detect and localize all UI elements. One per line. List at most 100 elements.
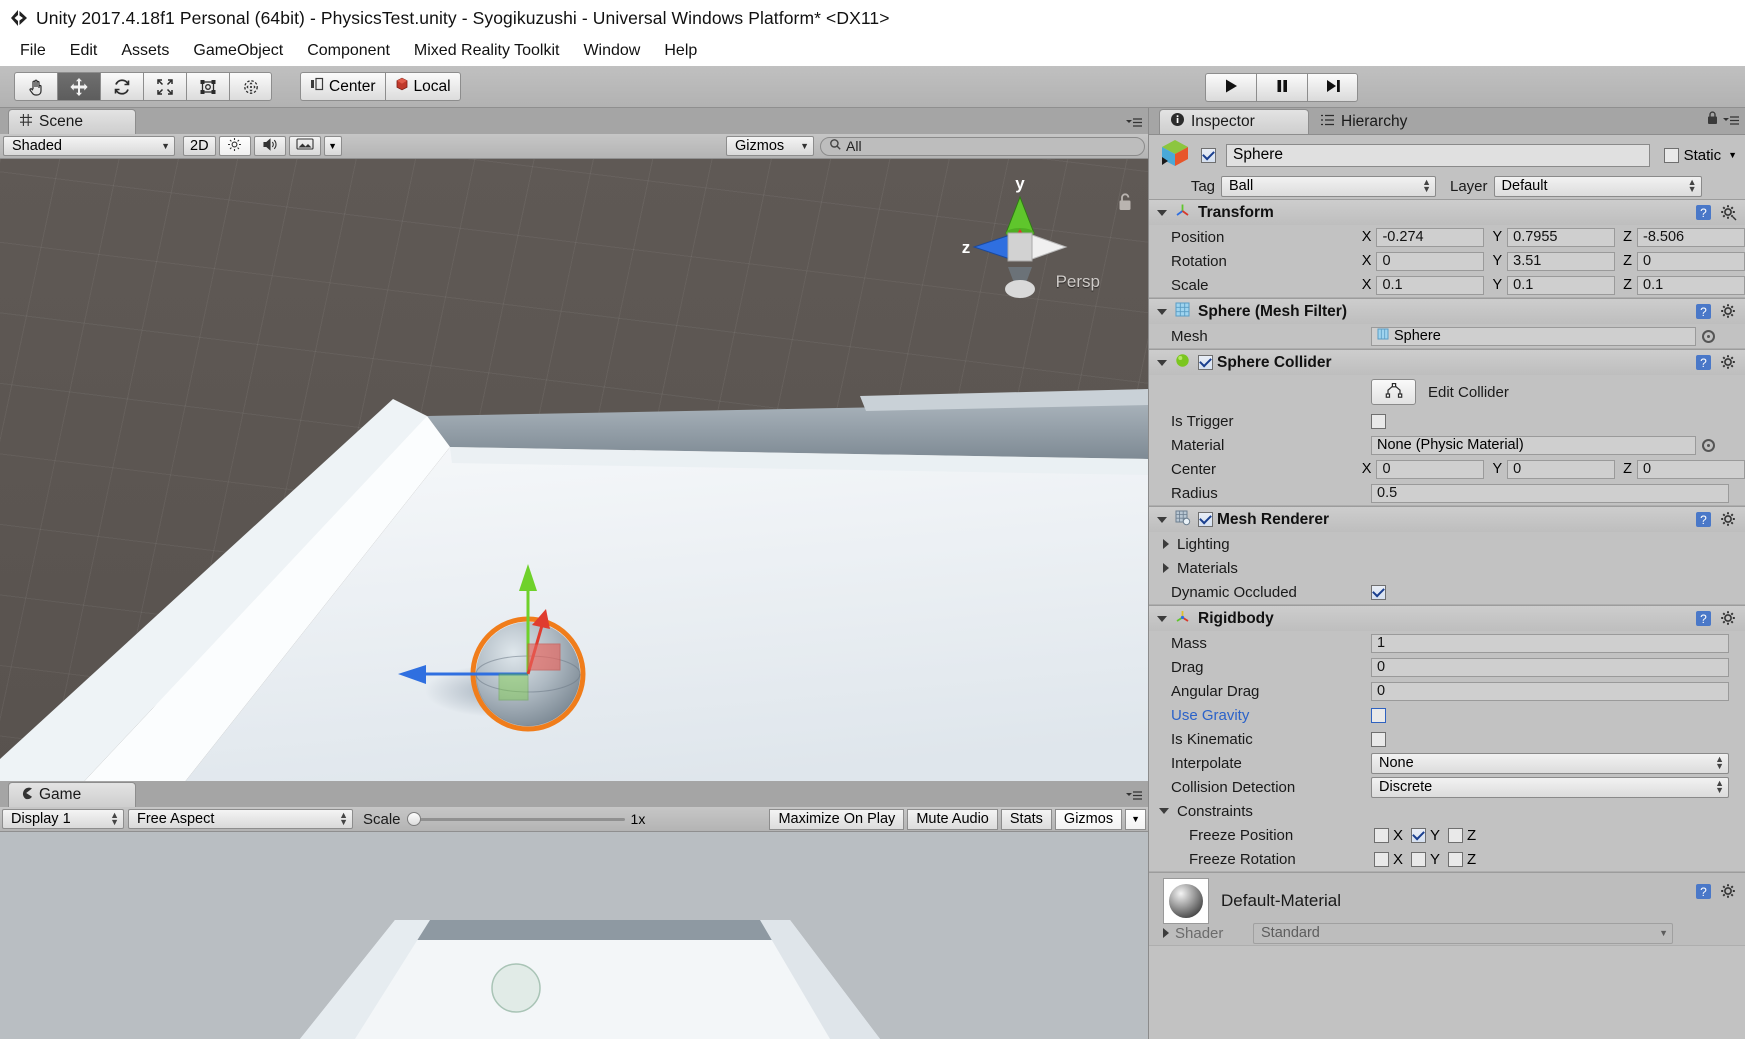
step-button[interactable]	[1307, 73, 1358, 102]
angular-drag-input[interactable]: 0	[1371, 682, 1729, 701]
pivot-rotation-button[interactable]: Local	[385, 72, 461, 101]
menu-edit[interactable]: Edit	[58, 40, 110, 62]
foldout-triangle-icon[interactable]	[1163, 539, 1169, 549]
mesh-filter-header[interactable]: Sphere (Mesh Filter) ?	[1149, 299, 1745, 324]
menu-assets[interactable]: Assets	[109, 40, 181, 62]
mute-audio-button[interactable]: Mute Audio	[907, 809, 998, 830]
scale-slider-track[interactable]	[407, 818, 625, 821]
hand-tool-button[interactable]	[14, 72, 57, 101]
gear-icon[interactable]	[1720, 204, 1737, 221]
center-y-input[interactable]: 0	[1507, 460, 1615, 479]
help-icon[interactable]: ?	[1695, 204, 1712, 221]
tab-hierarchy[interactable]: Hierarchy	[1309, 109, 1459, 134]
foldout-triangle-icon[interactable]	[1163, 563, 1169, 573]
scene-effects-caret[interactable]: ▼	[324, 136, 342, 156]
static-toggle[interactable]: Static ▼	[1664, 147, 1737, 164]
foldout-triangle-icon[interactable]	[1157, 616, 1167, 622]
game-viewport[interactable]	[0, 832, 1148, 1039]
drag-input[interactable]: 0	[1371, 658, 1729, 677]
material-header[interactable]: Default-Material ?	[1149, 873, 1745, 921]
layer-dropdown[interactable]: Default ▲▼	[1494, 176, 1702, 197]
gear-icon[interactable]	[1720, 303, 1737, 320]
foldout-triangle-icon[interactable]	[1157, 360, 1167, 366]
game-aspect-dropdown[interactable]: Free Aspect ▲▼	[128, 809, 353, 829]
game-display-dropdown[interactable]: Display 1 ▲▼	[2, 809, 124, 829]
position-z-input[interactable]: -8.506	[1637, 228, 1745, 247]
mesh-renderer-enabled-checkbox[interactable]	[1198, 512, 1213, 527]
freeze-position-x-checkbox[interactable]	[1374, 828, 1389, 843]
transform-header[interactable]: Transform ?	[1149, 200, 1745, 225]
mesh-picker-button[interactable]	[1702, 330, 1715, 343]
mesh-renderer-header[interactable]: Mesh Renderer ?	[1149, 507, 1745, 532]
is-trigger-checkbox[interactable]	[1371, 414, 1386, 429]
sphere-collider-enabled-checkbox[interactable]	[1198, 355, 1213, 370]
center-x-input[interactable]: 0	[1376, 460, 1484, 479]
scene-gizmos-dropdown[interactable]: Gizmos ▼	[726, 136, 814, 156]
stats-button[interactable]: Stats	[1001, 809, 1052, 830]
menu-mixed-reality-toolkit[interactable]: Mixed Reality Toolkit	[402, 40, 572, 62]
foldout-triangle-icon[interactable]	[1163, 928, 1169, 938]
scene-viewport[interactable]: y z y z Persp	[0, 159, 1148, 807]
rotate-tool-button[interactable]	[100, 72, 143, 101]
collider-radius-input[interactable]: 0.5	[1371, 484, 1729, 503]
chevron-down-icon[interactable]: ▼	[1728, 150, 1737, 160]
tab-game[interactable]: Game	[8, 782, 136, 807]
tab-inspector[interactable]: Inspector	[1159, 109, 1309, 134]
collider-material-picker-button[interactable]	[1702, 439, 1715, 452]
scene-view-gizmo[interactable]: y z	[940, 167, 1100, 327]
gameobject-name-input[interactable]: Sphere	[1226, 144, 1650, 167]
combined-transform-tool-button[interactable]	[229, 72, 272, 101]
position-y-input[interactable]: 0.7955	[1507, 228, 1615, 247]
use-gravity-checkbox[interactable]	[1371, 708, 1386, 723]
help-icon[interactable]: ?	[1695, 610, 1712, 627]
scene-search-input[interactable]: All	[820, 137, 1145, 156]
foldout-triangle-icon[interactable]	[1157, 210, 1167, 216]
shader-dropdown[interactable]: Standard ▼	[1253, 923, 1673, 944]
game-panel-menu-button[interactable]	[1124, 788, 1144, 804]
help-icon[interactable]: ?	[1695, 303, 1712, 320]
gear-icon[interactable]	[1720, 883, 1737, 900]
freeze-rotation-y-checkbox[interactable]	[1411, 852, 1426, 867]
pivot-mode-button[interactable]: Center	[300, 72, 385, 101]
lighting-foldout-row[interactable]: Lighting	[1149, 532, 1745, 556]
scene-2d-toggle[interactable]: 2D	[183, 136, 216, 156]
menu-gameobject[interactable]: GameObject	[181, 40, 295, 62]
tag-dropdown[interactable]: Ball ▲▼	[1221, 176, 1436, 197]
game-gizmos-caret[interactable]: ▼	[1125, 809, 1146, 830]
menu-component[interactable]: Component	[295, 40, 402, 62]
scale-slider-knob[interactable]	[407, 812, 421, 826]
foldout-triangle-icon[interactable]	[1157, 309, 1167, 315]
static-checkbox[interactable]	[1664, 148, 1679, 163]
edit-collider-button[interactable]	[1371, 379, 1416, 405]
dynamic-occluded-checkbox[interactable]	[1371, 585, 1386, 600]
is-kinematic-checkbox[interactable]	[1371, 732, 1386, 747]
mesh-object-field[interactable]: Sphere	[1371, 327, 1696, 346]
menu-help[interactable]: Help	[652, 40, 709, 62]
help-icon[interactable]: ?	[1695, 511, 1712, 528]
rotation-x-input[interactable]: 0	[1376, 252, 1484, 271]
position-x-input[interactable]: -0.274	[1376, 228, 1484, 247]
scale-x-input[interactable]: 0.1	[1376, 276, 1484, 295]
center-z-input[interactable]: 0	[1637, 460, 1745, 479]
pause-button[interactable]	[1256, 73, 1307, 102]
gear-icon[interactable]	[1720, 354, 1737, 371]
collider-material-field[interactable]: None (Physic Material)	[1371, 436, 1696, 455]
tab-scene[interactable]: Scene	[8, 109, 136, 134]
materials-foldout-row[interactable]: Materials	[1149, 556, 1745, 580]
freeze-rotation-x-checkbox[interactable]	[1374, 852, 1389, 867]
play-button[interactable]	[1205, 73, 1256, 102]
menu-file[interactable]: File	[8, 40, 58, 62]
foldout-triangle-icon[interactable]	[1157, 517, 1167, 523]
freeze-rotation-z-checkbox[interactable]	[1448, 852, 1463, 867]
gear-icon[interactable]	[1720, 610, 1737, 627]
scene-panel-menu-button[interactable]	[1124, 115, 1144, 131]
freeze-position-z-checkbox[interactable]	[1448, 828, 1463, 843]
game-scale-slider[interactable]: Scale 1x	[363, 811, 645, 828]
rotation-z-input[interactable]: 0	[1637, 252, 1745, 271]
game-gizmos-button[interactable]: Gizmos	[1055, 809, 1122, 830]
help-icon[interactable]: ?	[1695, 354, 1712, 371]
move-tool-button[interactable]	[57, 72, 100, 101]
mass-input[interactable]: 1	[1371, 634, 1729, 653]
rect-tool-button[interactable]	[186, 72, 229, 101]
foldout-triangle-icon[interactable]	[1159, 808, 1169, 814]
